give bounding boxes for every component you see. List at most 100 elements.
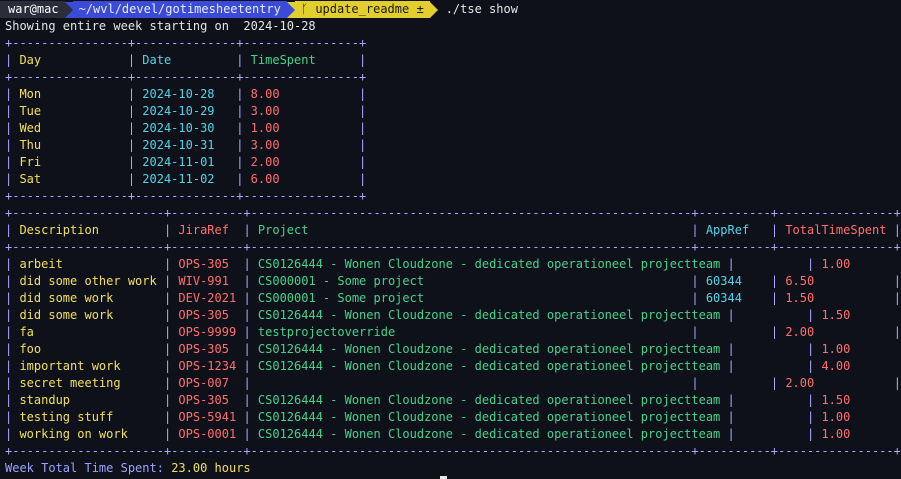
column-separator: | bbox=[243, 342, 251, 356]
column-separator: | bbox=[893, 325, 901, 339]
appref-cell bbox=[735, 342, 807, 356]
appref-cell bbox=[735, 308, 807, 322]
column-separator: | bbox=[727, 308, 735, 322]
description-cell: testing stuff bbox=[12, 410, 164, 424]
date-cell: 2024-10-28 bbox=[135, 87, 237, 101]
table-border: +---------------------+----------+------… bbox=[5, 205, 901, 222]
timespent-cell: 2.00 bbox=[243, 155, 360, 169]
column-header-day: Day bbox=[12, 53, 128, 67]
totaltime-cell: 2.00 bbox=[778, 325, 894, 339]
date-cell: 2024-10-29 bbox=[135, 104, 237, 118]
description-cell: working on work bbox=[12, 427, 164, 441]
date-cell: 2024-11-02 bbox=[135, 172, 237, 186]
prompt-git-branch: update_readme ± bbox=[315, 2, 424, 16]
task-row: | testing stuff | OPS-5941 | CS0126444 -… bbox=[5, 409, 901, 426]
day-row: | Thu | 2024-10-31 | 3.00 | bbox=[5, 137, 366, 154]
column-separator: | bbox=[691, 325, 699, 339]
timespent-cell: 6.00 bbox=[243, 172, 360, 186]
date-cell: 2024-11-01 bbox=[135, 155, 237, 169]
column-separator: | bbox=[893, 291, 901, 305]
timespent-cell: 8.00 bbox=[243, 87, 360, 101]
week-total-line: Week Total Time Spent: 23.00 hours bbox=[5, 460, 251, 477]
project-cell: CS0126444 - Wonen Cloudzone - dedicated … bbox=[250, 393, 728, 407]
task-row: | did some work | OPS-305 | CS0126444 - … bbox=[5, 307, 901, 324]
column-separator: | bbox=[359, 155, 367, 169]
column-separator: | bbox=[727, 393, 735, 407]
task-row: | secret meeting | OPS-007 | | | 2.00 | bbox=[5, 375, 901, 392]
timespent-cell: 3.00 bbox=[243, 138, 360, 152]
description-cell: did some work bbox=[12, 308, 164, 322]
project-cell: CS0126444 - Wonen Cloudzone - dedicated … bbox=[250, 342, 728, 356]
column-separator: | bbox=[359, 104, 367, 118]
table-border-line: +---------------------+----------+------… bbox=[5, 240, 901, 254]
appref-cell bbox=[699, 376, 771, 390]
appref-cell: 60344 bbox=[698, 291, 771, 305]
powerline-separator bbox=[429, 1, 438, 18]
totaltime-cell: 2.00 bbox=[778, 376, 894, 390]
date-cell: 2024-10-31 bbox=[135, 138, 237, 152]
project-cell: CS0126444 - Wonen Cloudzone - dedicated … bbox=[250, 427, 728, 441]
appref-cell bbox=[735, 393, 807, 407]
totaltime-cell: 1.50 bbox=[821, 393, 851, 407]
column-separator: | bbox=[359, 172, 367, 186]
column-separator: | bbox=[359, 138, 367, 152]
timespent-cell: 3.00 bbox=[243, 104, 360, 118]
powerline-separator bbox=[286, 1, 295, 18]
description-cell: arbeit bbox=[12, 257, 164, 271]
column-separator: | bbox=[893, 376, 901, 390]
column-separator: | bbox=[359, 53, 367, 67]
jiraref-cell: DEV-2021 bbox=[171, 291, 244, 305]
task-row: | foo | OPS-305 | CS0126444 - Wonen Clou… bbox=[5, 341, 901, 358]
description-cell: did some other work bbox=[12, 274, 164, 288]
column-separator: | bbox=[243, 376, 251, 390]
appref-cell bbox=[735, 257, 807, 271]
task-row: | important work | OPS-1234 | CS0126444 … bbox=[5, 358, 901, 375]
prompt-command: ./tse show bbox=[445, 2, 518, 16]
prompt-user: war@mac bbox=[0, 1, 65, 18]
project-cell: CS0126444 - Wonen Cloudzone - dedicated … bbox=[250, 410, 728, 424]
week-total-value: 23.00 hours bbox=[171, 461, 251, 475]
project-cell bbox=[251, 376, 692, 390]
totaltime-cell: 6.50 bbox=[778, 274, 894, 288]
jiraref-cell: OPS-007 bbox=[171, 376, 244, 390]
column-separator: | bbox=[770, 223, 779, 237]
jiraref-cell: WIV-991 bbox=[171, 274, 244, 288]
day-cell: Sat bbox=[12, 172, 128, 186]
column-separator: | bbox=[359, 121, 367, 135]
column-separator: | bbox=[770, 274, 779, 288]
table-border: +---------------------+----------+------… bbox=[5, 443, 901, 460]
day-row: | Sat | 2024-11-02 | 6.00 | bbox=[5, 171, 366, 188]
shell-prompt: war@mac ~/wvl/devel/gotimesheetentry ᚴ u… bbox=[0, 1, 518, 18]
table-border: +----------------+--------------+-------… bbox=[5, 188, 366, 205]
day-cell: Thu bbox=[12, 138, 128, 152]
powerline-separator bbox=[64, 1, 73, 18]
table-border-line: +---------------------+----------+------… bbox=[5, 206, 901, 220]
column-separator: | bbox=[243, 393, 251, 407]
table-border: +----------------+--------------+-------… bbox=[5, 35, 366, 52]
table-border-line: +----------------+--------------+-------… bbox=[5, 189, 367, 203]
column-separator: | bbox=[243, 274, 251, 288]
day-cell: Wed bbox=[12, 121, 128, 135]
project-cell: CS0126444 - Wonen Cloudzone - dedicated … bbox=[250, 308, 728, 322]
column-separator: | bbox=[127, 155, 136, 169]
jiraref-cell: OPS-305 bbox=[171, 342, 244, 356]
terminal-window[interactable]: war@mac ~/wvl/devel/gotimesheetentry ᚴ u… bbox=[0, 0, 901, 479]
column-separator: | bbox=[770, 376, 779, 390]
day-row: | Mon | 2024-10-28 | 8.00 | bbox=[5, 86, 366, 103]
project-cell: CS000001 - Some project bbox=[250, 291, 692, 305]
column-separator: | bbox=[243, 257, 251, 271]
column-separator: | bbox=[691, 376, 699, 390]
project-cell: testprojectoverride bbox=[250, 325, 692, 339]
column-separator: | bbox=[770, 325, 779, 339]
day-cell: Mon bbox=[12, 87, 128, 101]
column-header-date: Date bbox=[135, 53, 237, 67]
table-border-line: +----------------+--------------+-------… bbox=[5, 36, 367, 50]
column-separator: | bbox=[127, 138, 136, 152]
appref-cell: 60344 bbox=[698, 274, 771, 288]
git-branch-icon: ᚴ bbox=[300, 2, 316, 16]
day-row: | Tue | 2024-10-29 | 3.00 | bbox=[5, 103, 366, 120]
description-cell: important work bbox=[12, 359, 164, 373]
prompt-git-segment: ᚴ update_readme ± bbox=[294, 1, 430, 18]
column-header-totaltimespent: TotalTimeSpent bbox=[778, 223, 894, 237]
jiraref-cell: OPS-9999 bbox=[171, 325, 244, 339]
